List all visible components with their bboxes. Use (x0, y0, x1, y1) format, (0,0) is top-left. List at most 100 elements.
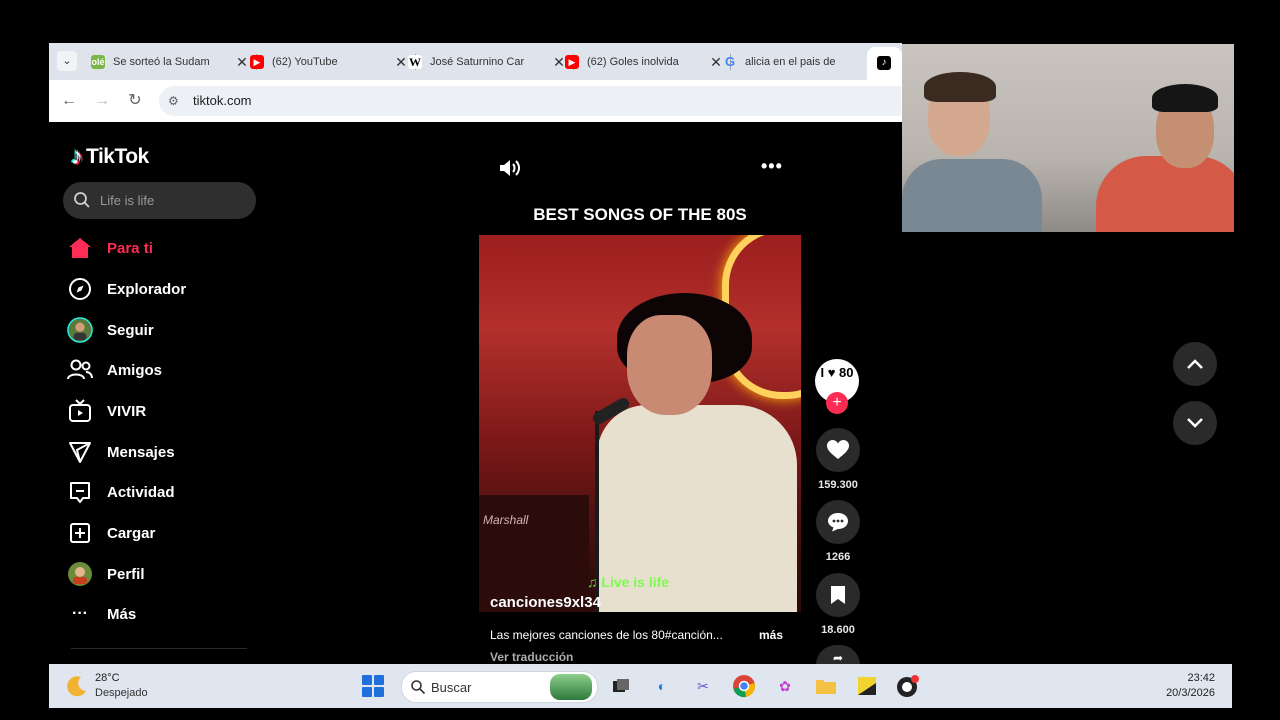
nav-item-actividad[interactable]: Actividad (67, 474, 175, 510)
tiktok-page: ♪ TikTok Life is life Para ti Explorador… (49, 122, 902, 664)
logo-text: TikTok (86, 145, 149, 168)
activity-icon (67, 479, 93, 505)
comment-icon (828, 513, 848, 532)
wikipedia-icon: W (408, 55, 422, 69)
share-icon: ➦ (832, 651, 844, 664)
like-button[interactable] (816, 428, 860, 472)
tiktok-logo[interactable]: ♪ TikTok (71, 142, 149, 172)
nav-label: Perfil (107, 565, 145, 583)
like-count: 159.300 (818, 479, 858, 491)
sticky-notes-icon[interactable] (853, 672, 881, 700)
chevron-up-icon (1187, 359, 1203, 369)
person-left-hair (924, 72, 996, 102)
reload-icon[interactable]: ↻ (125, 91, 145, 111)
profile-avatar-icon (67, 561, 93, 587)
video-lyric-overlay: ♫ Live is life (587, 574, 670, 590)
nav-item-cargar[interactable]: Cargar (67, 515, 155, 551)
task-view-icon[interactable] (607, 672, 635, 700)
browser-tab-5[interactable]: G alicia en el pais de ✕ (723, 49, 881, 75)
nav-item-seguir[interactable]: Seguir (67, 312, 154, 348)
address-bar[interactable]: ⚙ tiktok.com (159, 86, 901, 116)
back-icon[interactable]: ← (59, 91, 79, 111)
video-author[interactable]: canciones9xl34 (490, 594, 601, 611)
home-icon (67, 235, 93, 261)
google-icon: G (724, 54, 736, 69)
taskbar-clock-date[interactable]: 20/3/2026 (1149, 687, 1215, 699)
comment-button[interactable] (816, 500, 860, 544)
close-tab-icon[interactable]: ✕ (394, 54, 408, 71)
save-button[interactable] (816, 573, 860, 617)
next-video-button[interactable] (1173, 401, 1217, 445)
previous-video-button[interactable] (1173, 342, 1217, 386)
close-tab-icon[interactable]: ✕ (709, 54, 723, 71)
nav-label: Seguir (107, 321, 154, 339)
chevron-down-icon (1187, 418, 1203, 428)
search-highlight-image (550, 674, 592, 700)
forward-icon[interactable]: → (92, 91, 112, 111)
close-tab-icon[interactable]: ✕ (552, 54, 566, 71)
search-input[interactable]: Life is life (63, 182, 256, 219)
nav-item-mensajes[interactable]: Mensajes (67, 434, 175, 470)
upload-icon (67, 520, 93, 546)
nav-label: VIVIR (107, 402, 147, 420)
browser-tab-1[interactable]: olé Se sorteó la Sudam ✕ (91, 49, 257, 75)
tab-title: alicia en el pais de (745, 56, 836, 68)
nav-item-explorador[interactable]: Explorador (67, 271, 186, 307)
search-icon (74, 192, 90, 208)
taskbar-search-input[interactable]: Buscar (401, 671, 598, 703)
save-count: 18.600 (821, 624, 855, 636)
browser-tab-2[interactable]: ▶ (62) YouTube ✕ (250, 49, 416, 75)
nav-label: Cargar (107, 524, 156, 542)
weather-temperature[interactable]: 28°C (95, 672, 120, 684)
avatar-icon (67, 317, 93, 343)
windows-taskbar: 28°C Despejado Buscar ◐ ✂ ✿ 23:42 20/3/2… (49, 664, 1232, 708)
nav-label: Explorador (107, 280, 187, 298)
snipping-tool-icon[interactable]: ✂ (689, 672, 717, 700)
singer-face-image (627, 315, 712, 415)
browser-tab-active-tiktok[interactable]: ♪ (867, 47, 902, 80)
nav-item-amigos[interactable]: Amigos (67, 352, 162, 388)
see-more-link[interactable]: más (759, 628, 783, 642)
follow-plus-icon[interactable]: + (826, 392, 848, 414)
weather-condition[interactable]: Despejado (95, 687, 148, 699)
amp-brand-text: Marshall (483, 513, 529, 527)
nav-item-perfil[interactable]: Perfil (67, 556, 145, 592)
nav-item-vivir[interactable]: VIVIR (67, 393, 146, 429)
webcam-overlay (902, 44, 1234, 232)
see-translation-link[interactable]: Ver traducción (490, 650, 573, 664)
tab-title: Se sorteó la Sudam (113, 56, 210, 68)
search-icon (411, 680, 426, 695)
edge-browser-icon[interactable]: ◐ (648, 672, 676, 700)
chrome-icon[interactable] (730, 672, 758, 700)
windows-start-icon[interactable] (362, 675, 384, 697)
bookmark-icon (831, 586, 845, 604)
browser-tab-3[interactable]: W José Saturnino Car ✕ (408, 49, 574, 75)
more-options-icon[interactable]: ••• (761, 156, 783, 177)
tab-search-dropdown-icon[interactable]: ⌄ (57, 51, 77, 71)
tab-title: José Saturnino Car (430, 56, 525, 68)
volume-icon[interactable] (499, 158, 521, 178)
browser-tab-4[interactable]: ▶ (62) Goles inolvida ✕ (565, 49, 731, 75)
tiktok-icon: ♪ (877, 56, 891, 70)
obs-app-icon[interactable] (894, 672, 922, 700)
friends-icon (67, 357, 93, 383)
browser-toolbar: ← → ↻ ⚙ tiktok.com (49, 80, 902, 122)
tiktok-note-icon: ♪ (71, 143, 83, 170)
tab-title: (62) Goles inolvida (587, 56, 679, 68)
heart-icon (827, 440, 849, 459)
nav-item-para-ti[interactable]: Para ti (67, 230, 153, 266)
taskbar-clock-time[interactable]: 23:42 (1159, 672, 1215, 684)
nav-item-mas[interactable]: ··· Más (67, 596, 136, 632)
share-button[interactable]: ➦ (816, 645, 860, 664)
nav-label: Más (107, 605, 137, 623)
site-info-icon[interactable]: ⚙ (168, 93, 184, 109)
browser-tab-strip: ⌄ olé Se sorteó la Sudam ✕ ▶ (62) YouTub… (49, 43, 902, 80)
url-text: tiktok.com (193, 93, 252, 108)
youtube-icon: ▶ (565, 55, 579, 69)
close-tab-icon[interactable]: ✕ (235, 54, 249, 71)
video-player[interactable]: Marshall ♫ Live is life canciones9xl34 (479, 235, 801, 612)
moon-weather-icon[interactable] (65, 674, 89, 698)
ole-icon: olé (91, 55, 105, 69)
file-explorer-icon[interactable] (812, 672, 840, 700)
copilot-icon[interactable]: ✿ (771, 672, 799, 700)
